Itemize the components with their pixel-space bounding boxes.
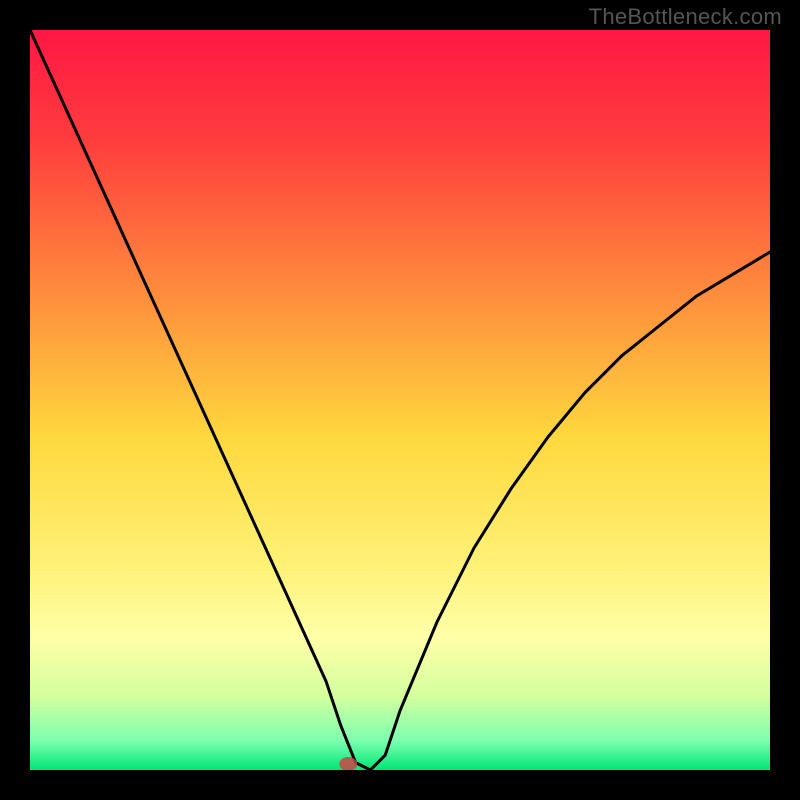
gradient-background xyxy=(30,30,770,770)
chart-frame: TheBottleneck.com xyxy=(0,0,800,800)
chart-svg xyxy=(30,30,770,770)
watermark-text: TheBottleneck.com xyxy=(589,4,782,30)
plot-area xyxy=(30,30,770,770)
